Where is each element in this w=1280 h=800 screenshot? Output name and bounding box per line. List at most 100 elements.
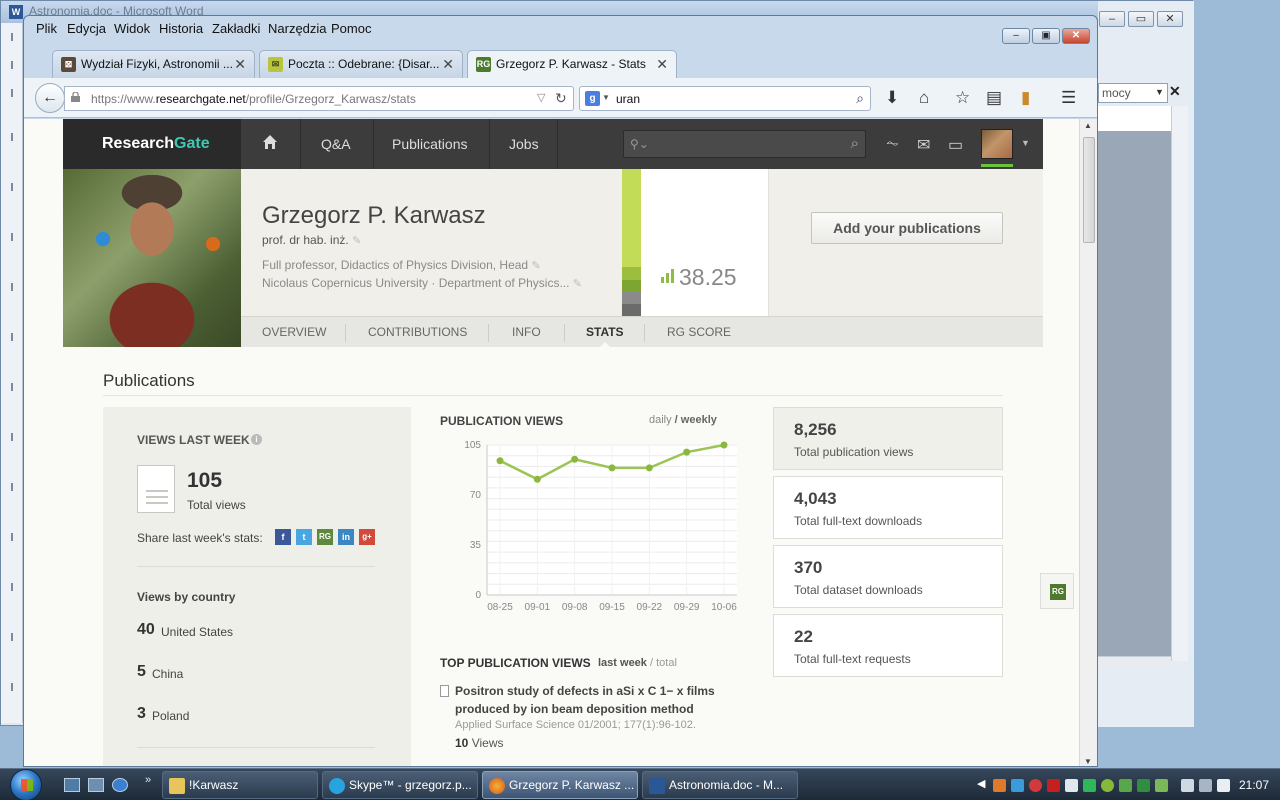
word-minimize-button[interactable]: – (1099, 11, 1125, 27)
maximize-button[interactable]: ▣ (1032, 28, 1060, 44)
tab-stats[interactable]: STATS (586, 325, 624, 339)
nav-jobs[interactable]: Jobs (509, 136, 539, 152)
word-vertical-scrollbar[interactable] (1171, 106, 1188, 661)
rg-floating-button[interactable]: RG (1040, 573, 1074, 609)
close-icon[interactable]: ✕ (1169, 83, 1181, 100)
tray-app-icon[interactable] (1029, 779, 1042, 792)
scroll-up-icon[interactable]: ▲ (1084, 121, 1092, 130)
publication-title-link[interactable]: Positron study of defects in aSi x C 1− … (455, 682, 725, 718)
tray-app-icon[interactable] (993, 779, 1006, 792)
add-publications-button[interactable]: Add your publications (811, 212, 1003, 244)
tab-wydzial-fizyki[interactable]: ⊠ Wydział Fizyki, Astronomii ... ✕ (52, 50, 255, 78)
url-bar[interactable]: https://www.researchgate.net/profile/Grz… (64, 86, 574, 111)
pencil-icon[interactable]: ✎ (573, 278, 582, 290)
chevron-right-icon[interactable]: » (145, 774, 151, 786)
stat-card-dataset-downloads[interactable]: 370 Total dataset downloads (773, 545, 1003, 608)
researchgate-logo[interactable]: ResearchGate (63, 119, 241, 169)
mail-icon[interactable]: ✉ (917, 135, 930, 155)
tab-contributions[interactable]: CONTRIBUTIONS (368, 325, 467, 339)
chevron-down-icon[interactable]: ▼ (1155, 87, 1164, 97)
tray-app-icon[interactable] (1065, 779, 1078, 792)
toggle-daily[interactable]: daily (649, 414, 672, 426)
tab-poczta[interactable]: ✉ Poczta :: Odebrane: {Disar... ✕ (259, 50, 463, 78)
vertical-scrollbar[interactable]: ▲ ▼ (1079, 119, 1097, 766)
tray-expand-icon[interactable]: ◀ (977, 777, 985, 790)
clock[interactable]: 21:07 (1239, 778, 1269, 792)
toggle-weekly[interactable]: weekly (681, 414, 717, 426)
start-button[interactable] (10, 769, 42, 800)
linkedin-icon[interactable]: in (338, 529, 354, 545)
tray-app-icon[interactable] (1155, 779, 1168, 792)
search-bar[interactable]: g ▼ uran ⌕ (579, 86, 871, 111)
menu-zakladki[interactable]: Zakładki (212, 21, 260, 36)
show-desktop-icon[interactable] (64, 778, 80, 792)
tray-app-icon[interactable] (1101, 779, 1114, 792)
bookmarks-list-icon[interactable]: ▤ (986, 88, 1002, 108)
rg-search-input[interactable]: ⚲⌄ ⌕ (623, 130, 866, 158)
avatar[interactable] (981, 129, 1013, 159)
tray-app-icon[interactable] (1083, 779, 1096, 792)
extension-icon[interactable]: ▮ (1021, 88, 1030, 108)
menu-historia[interactable]: Historia (159, 21, 203, 36)
dropdown-arrow-icon[interactable]: ▽ (537, 91, 545, 104)
reload-icon[interactable]: ↻ (555, 90, 567, 107)
word-close-button[interactable]: ✕ (1157, 11, 1183, 27)
hamburger-menu-icon[interactable]: ☰ (1061, 88, 1076, 108)
tab-rg-score[interactable]: RG SCORE (667, 325, 731, 339)
bookmark-star-icon[interactable]: ☆ (955, 88, 970, 108)
minimize-button[interactable]: – (1002, 28, 1030, 44)
nav-publications[interactable]: Publications (392, 136, 468, 152)
tray-app-icon[interactable] (1047, 779, 1060, 792)
toggle-total[interactable]: total (656, 657, 677, 669)
menu-narzedzia[interactable]: Narzędzia (268, 21, 327, 36)
profile-photo[interactable] (63, 169, 241, 347)
activity-icon[interactable]: ⏦ (886, 135, 899, 153)
tray-app-icon[interactable] (1119, 779, 1132, 792)
nav-qa[interactable]: Q&A (321, 136, 351, 152)
menu-widok[interactable]: Widok (114, 21, 150, 36)
search-icon[interactable]: ⌕ (851, 135, 859, 152)
googleplus-icon[interactable]: g+ (359, 529, 375, 545)
researchgate-icon[interactable]: RG (317, 529, 333, 545)
scroll-down-icon[interactable]: ▼ (1084, 757, 1092, 766)
download-icon[interactable]: ⬇ (885, 88, 899, 108)
taskbar-button-skype[interactable]: Skype™ - grzegorz.p... (322, 771, 478, 799)
menu-edycja[interactable]: Edycja (67, 21, 106, 36)
close-icon[interactable]: ✕ (234, 56, 246, 73)
scrollbar-thumb[interactable] (1083, 137, 1095, 243)
stat-card-fulltext-requests[interactable]: 22 Total full-text requests (773, 614, 1003, 677)
google-icon[interactable]: g (585, 91, 600, 106)
switch-windows-icon[interactable] (88, 778, 104, 792)
close-icon[interactable]: ✕ (442, 56, 454, 73)
pencil-icon[interactable]: ✎ (352, 235, 361, 247)
word-horizontal-scrollbar[interactable] (1098, 656, 1171, 670)
menu-plik[interactable]: Plik (36, 21, 57, 36)
tray-app-icon[interactable] (1011, 779, 1024, 792)
tab-overview[interactable]: OVERVIEW (262, 325, 326, 339)
tray-app-icon[interactable] (1137, 779, 1150, 792)
tab-researchgate-stats[interactable]: RG Grzegorz P. Karwasz - Stats ✕ (467, 50, 677, 79)
word-maximize-button[interactable]: ▭ (1128, 11, 1154, 27)
home-icon[interactable] (262, 134, 278, 150)
taskbar-button-karwasz[interactable]: !Karwasz (162, 771, 318, 799)
menu-pomoc[interactable]: Pomoc (331, 21, 371, 36)
home-icon[interactable]: ⌂ (919, 88, 929, 108)
close-button[interactable]: ✕ (1062, 28, 1090, 44)
back-button[interactable]: ← (35, 83, 65, 113)
user-filter-icon[interactable]: ⚲⌄ (630, 137, 649, 151)
rg-score-box[interactable]: 38.25 (641, 169, 769, 316)
taskbar-button-word[interactable]: Astronomia.doc - M... (642, 771, 798, 799)
messages-icon[interactable]: ▭ (948, 135, 963, 155)
tray-app-icon[interactable] (1199, 779, 1212, 792)
facebook-icon[interactable]: f (275, 529, 291, 545)
internet-explorer-icon[interactable] (112, 778, 128, 792)
tab-info[interactable]: INFO (512, 325, 541, 339)
stat-card-fulltext-downloads[interactable]: 4,043 Total full-text downloads (773, 476, 1003, 539)
toggle-last-week[interactable]: last week (598, 657, 647, 669)
volume-icon[interactable] (1217, 779, 1230, 792)
close-icon[interactable]: ✕ (656, 56, 668, 73)
network-icon[interactable] (1181, 779, 1194, 792)
stat-card-publication-views[interactable]: 8,256 Total publication views (773, 407, 1003, 470)
chevron-down-icon[interactable]: ▼ (1021, 138, 1030, 148)
twitter-icon[interactable]: t (296, 529, 312, 545)
